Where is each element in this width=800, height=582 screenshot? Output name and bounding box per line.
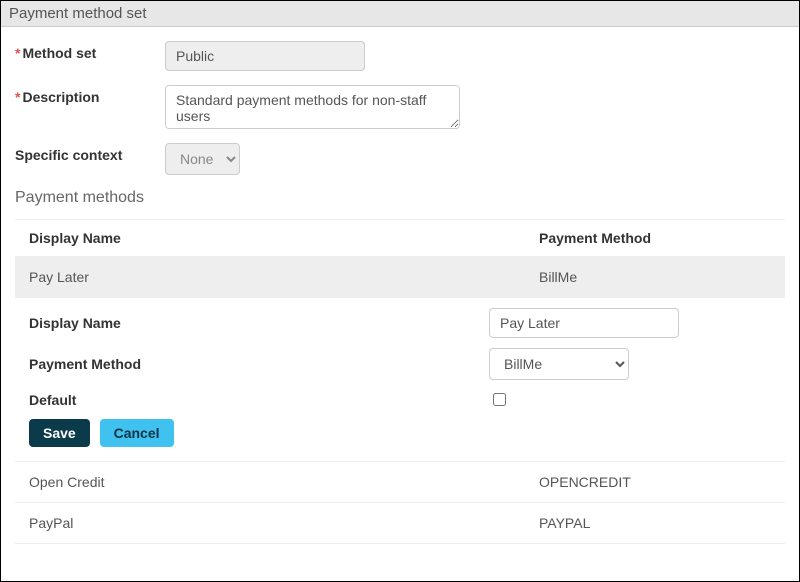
edit-default-row: Default [29,390,771,409]
description-row: *Description Standard payment methods fo… [15,85,785,129]
methods-area: Display Name Payment Method Pay Later Bi… [1,219,799,544]
specific-context-label: Specific context [15,143,165,163]
required-star: * [15,45,20,61]
edit-default-label: Default [29,392,489,408]
specific-context-select[interactable]: None [165,143,240,175]
edit-block: Display Name Payment Method BillMe Defau… [15,298,785,462]
table-row[interactable]: Pay Later BillMe [15,257,785,298]
edit-payment-method-select[interactable]: BillMe [489,348,629,380]
description-label-text: Description [22,89,99,105]
specific-context-row: Specific context None [15,143,785,175]
cancel-button[interactable]: Cancel [100,419,174,447]
table-header: Display Name Payment Method [15,219,785,257]
method-set-row: *Method set [15,41,785,71]
edit-display-name-label: Display Name [29,315,489,331]
save-button[interactable]: Save [29,419,90,447]
row-display-name: Open Credit [29,474,539,490]
table-row[interactable]: PayPal PAYPAL [15,503,785,544]
row-payment-method: PAYPAL [539,515,771,531]
edit-default-checkbox[interactable] [493,393,506,406]
form-area: *Method set *Description Standard paymen… [1,27,799,175]
required-star: * [15,89,20,105]
edit-actions: Save Cancel [29,419,771,447]
method-set-label-text: Method set [22,45,96,61]
panel-title: Payment method set [1,1,799,27]
header-display-name: Display Name [29,230,539,246]
edit-display-name-row: Display Name [29,308,771,338]
edit-payment-method-row: Payment Method BillMe [29,348,771,380]
row-payment-method: OPENCREDIT [539,474,771,490]
row-display-name: Pay Later [29,269,539,285]
method-set-label: *Method set [15,41,165,61]
header-payment-method: Payment Method [539,230,771,246]
method-set-input[interactable] [165,41,365,71]
row-payment-method: BillMe [539,269,771,285]
edit-payment-method-label: Payment Method [29,356,489,372]
description-label: *Description [15,85,165,105]
payment-methods-heading: Payment methods [1,189,799,207]
row-display-name: PayPal [29,515,539,531]
edit-display-name-input[interactable] [489,308,679,338]
table-row[interactable]: Open Credit OPENCREDIT [15,462,785,503]
description-textarea[interactable]: Standard payment methods for non-staff u… [165,85,460,129]
